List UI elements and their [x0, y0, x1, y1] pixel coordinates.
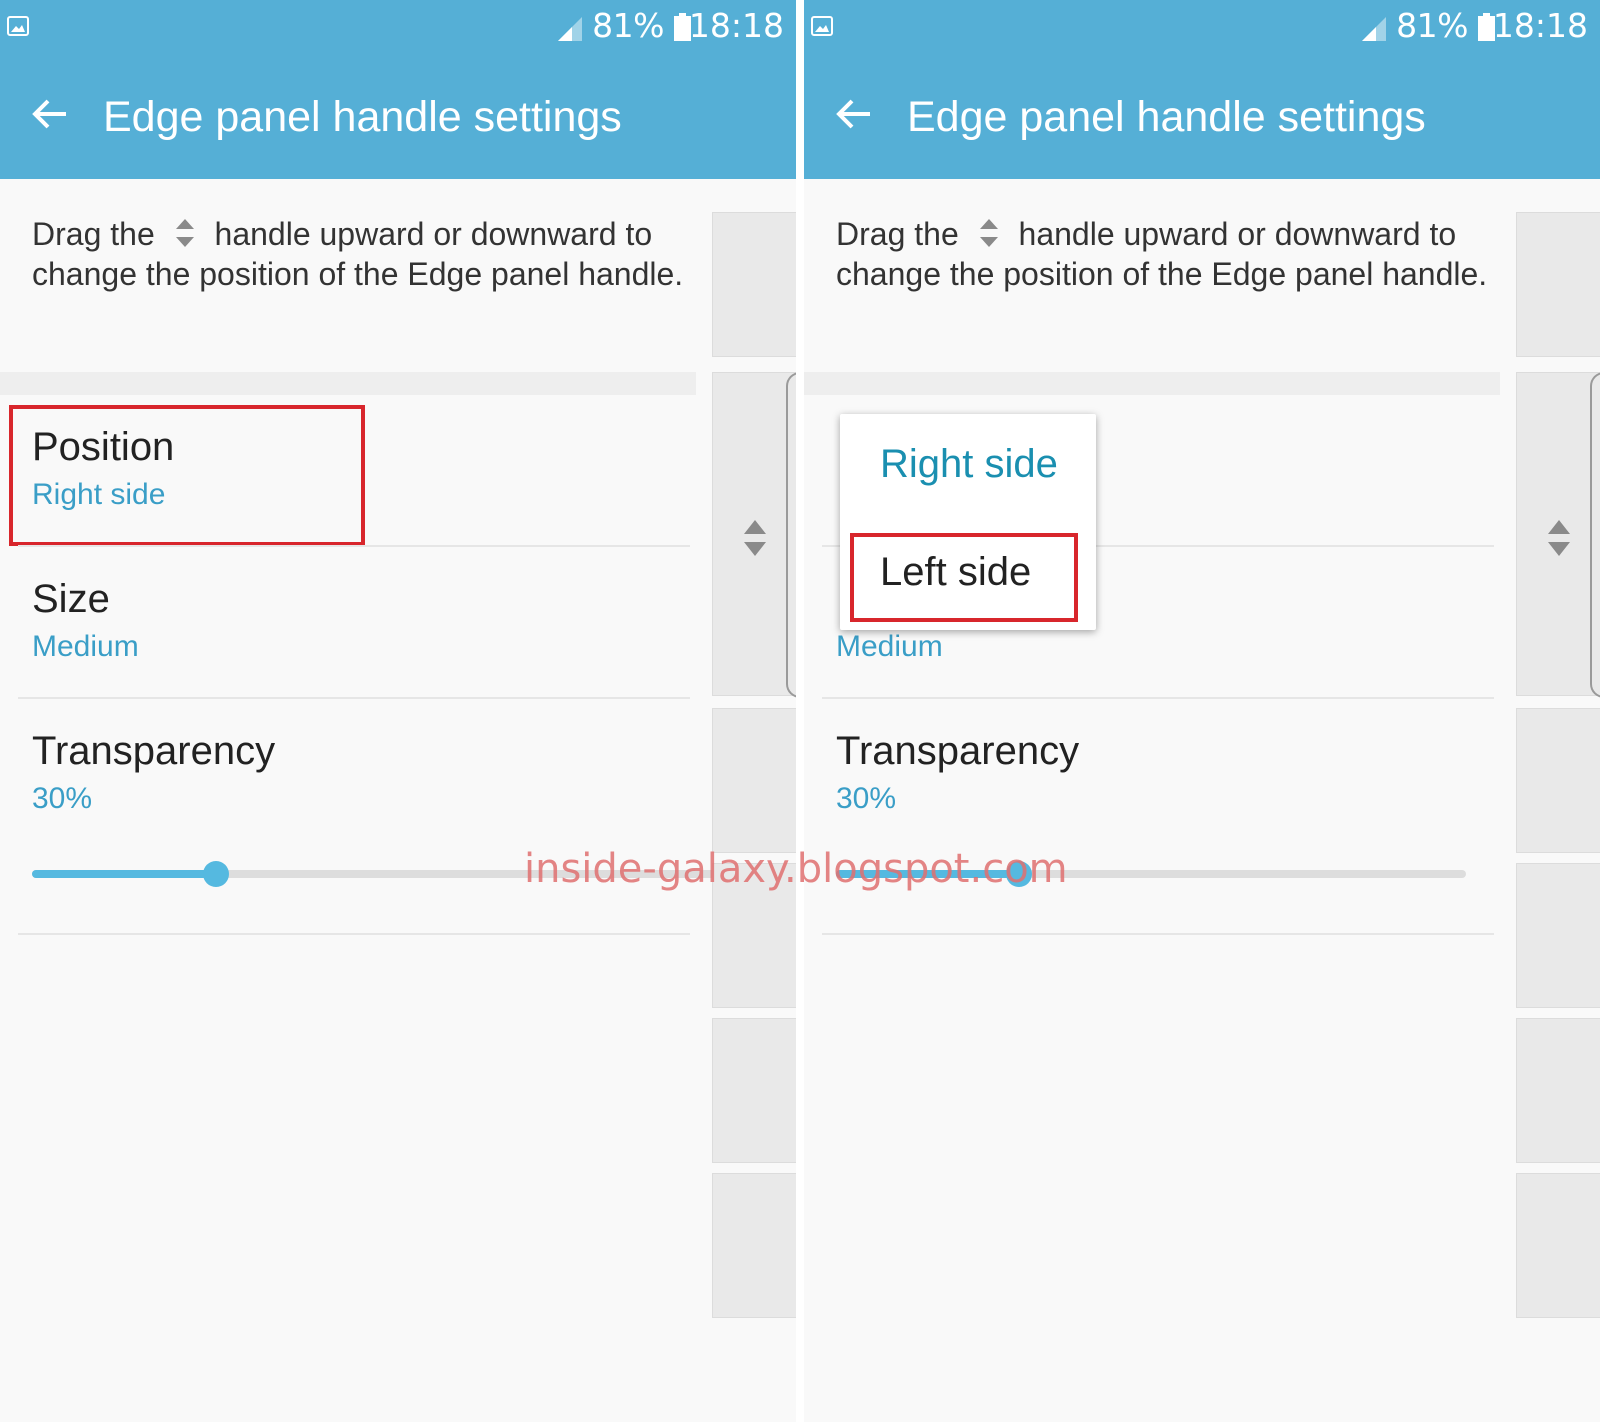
separator	[822, 933, 1494, 935]
section-divider	[0, 372, 696, 395]
clock: 18:18	[1492, 6, 1588, 45]
instruction-text: Drag the handle upward or downward to ch…	[836, 214, 1496, 294]
separator	[18, 933, 690, 935]
watermark-text: inside-galaxy.blogspot.com	[524, 846, 1068, 892]
up-down-handle-icon	[175, 219, 194, 247]
edge-panel-preview	[712, 212, 796, 1322]
size-value: Medium	[836, 630, 943, 663]
signal-icon	[558, 17, 582, 41]
instruction-text: Drag the handle upward or downward to ch…	[32, 214, 692, 294]
clock: 18:18	[688, 6, 784, 45]
app-bar: Edge panel handle settings	[804, 52, 1600, 179]
status-bar: 81% 18:18	[804, 0, 1600, 52]
page-title: Edge panel handle settings	[103, 93, 622, 141]
edge-preview-block	[1516, 212, 1600, 357]
edge-preview-block	[712, 708, 796, 853]
instruction-part-1: Drag the	[32, 216, 155, 252]
app-bar: Edge panel handle settings	[0, 52, 796, 179]
gallery-notification-icon	[811, 16, 833, 36]
transparency-title: Transparency	[32, 729, 276, 773]
up-down-handle-icon	[979, 219, 998, 247]
phone-screen-right: 81% 18:18 Edge panel handle settings Dra…	[804, 0, 1600, 1422]
slider-fill	[32, 870, 216, 878]
size-title: Size	[32, 577, 110, 621]
edge-preview-block	[712, 1018, 796, 1163]
gallery-notification-icon	[7, 16, 29, 36]
size-setting[interactable]: Size Medium	[0, 547, 696, 697]
edge-preview-block	[1516, 1173, 1600, 1318]
phone-screen-left: 81% 18:18 Edge panel handle settings Dra…	[0, 0, 796, 1422]
transparency-setting: Transparency 30%	[804, 699, 1500, 839]
instruction-part-1: Drag the	[836, 216, 959, 252]
battery-percentage: 81%	[592, 6, 664, 45]
back-arrow-icon[interactable]	[834, 94, 874, 134]
page-title: Edge panel handle settings	[907, 93, 1426, 141]
edge-handle-drag-icon[interactable]	[1546, 518, 1572, 558]
option-right-side-label: Right side	[880, 442, 1058, 486]
edge-handle-outline	[1590, 372, 1600, 698]
edge-preview-block	[712, 1173, 796, 1318]
transparency-value: 30%	[836, 782, 897, 815]
section-divider	[804, 372, 1500, 395]
highlight-box-position	[9, 405, 365, 546]
highlight-box-left-side	[850, 533, 1078, 622]
edge-handle-drag-icon[interactable]	[742, 518, 768, 558]
transparency-setting: Transparency 30%	[0, 699, 696, 839]
battery-percentage: 81%	[1396, 6, 1468, 45]
size-value: Medium	[32, 630, 139, 663]
status-bar: 81% 18:18	[0, 0, 796, 52]
back-arrow-icon[interactable]	[30, 94, 70, 134]
transparency-value: 30%	[32, 782, 93, 815]
transparency-title: Transparency	[836, 729, 1080, 773]
edge-panel-preview	[1516, 212, 1600, 1322]
edge-preview-block	[1516, 863, 1600, 1008]
edge-preview-block	[1516, 1018, 1600, 1163]
edge-handle-outline	[786, 372, 796, 698]
option-right-side[interactable]: Right side	[840, 414, 1096, 514]
edge-preview-block	[1516, 708, 1600, 853]
edge-preview-block	[712, 212, 796, 357]
slider-thumb[interactable]	[203, 861, 229, 887]
signal-icon	[1362, 17, 1386, 41]
